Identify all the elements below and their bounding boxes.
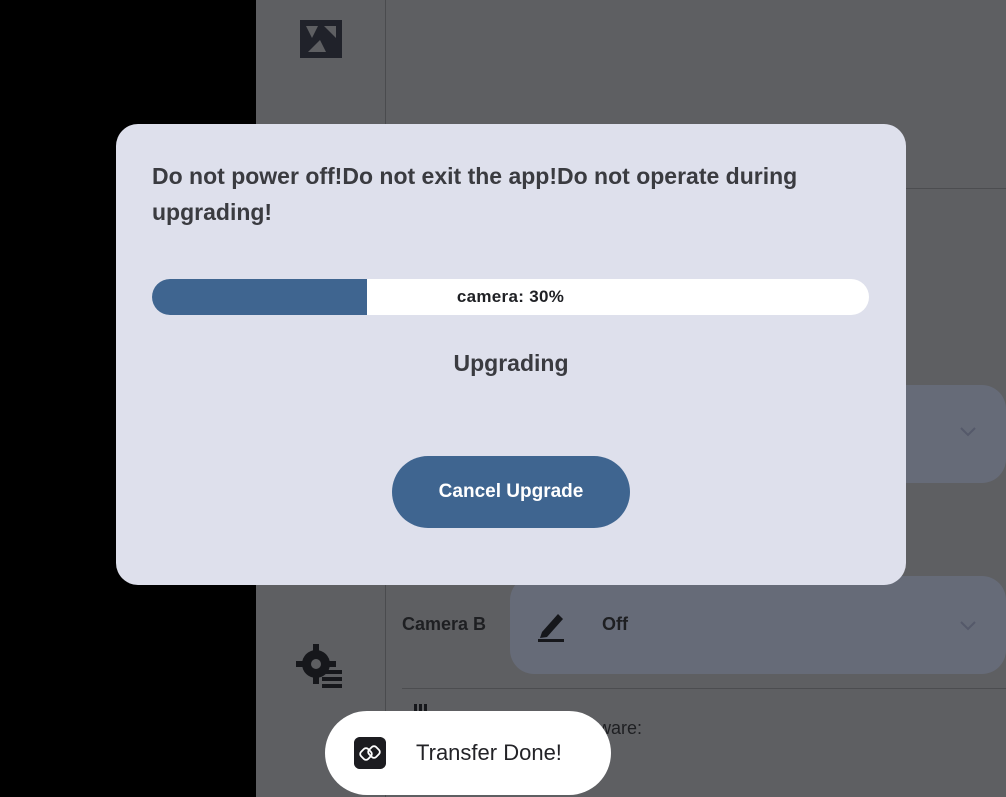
toast-notification: Transfer Done! bbox=[325, 711, 611, 795]
upgrade-dialog: Do not power off!Do not exit the app!Do … bbox=[116, 124, 906, 585]
camera-b-label: Camera B bbox=[402, 614, 487, 634]
upgrade-progress-bar: camera: 30% bbox=[152, 279, 869, 315]
warning-message: Do not power off!Do not exit the app!Do … bbox=[152, 163, 798, 225]
camera-b-dropdown[interactable] bbox=[510, 576, 1006, 674]
section-divider bbox=[402, 688, 1006, 689]
link-icon bbox=[354, 737, 386, 769]
upgrade-status: Upgrading bbox=[453, 350, 569, 376]
progress-label: camera: 30% bbox=[456, 287, 565, 306]
edit-icon[interactable] bbox=[536, 606, 568, 642]
gallery-icon[interactable] bbox=[296, 14, 346, 64]
chevron-down-icon bbox=[960, 427, 976, 437]
chevron-down-icon bbox=[960, 621, 976, 631]
camera-b-value: Off bbox=[602, 614, 628, 634]
cancel-upgrade-button[interactable]: Cancel Upgrade bbox=[392, 456, 630, 528]
toast-message: Transfer Done! bbox=[416, 740, 562, 765]
settings-icon[interactable] bbox=[296, 642, 346, 692]
